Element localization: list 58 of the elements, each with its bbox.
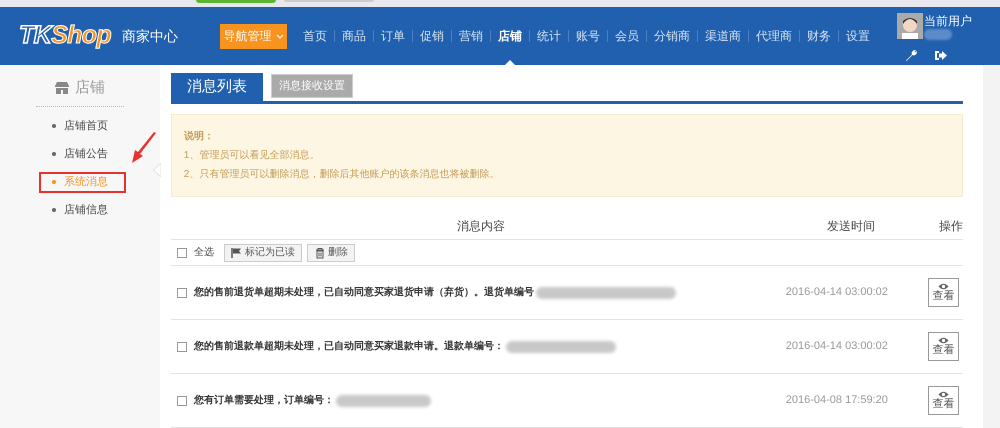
user-label: 当前用户 bbox=[924, 13, 972, 29]
nav-item[interactable]: 设置 bbox=[839, 7, 877, 65]
nav-item[interactable]: 渠道商 bbox=[698, 7, 748, 65]
nav-item[interactable]: 统计 bbox=[530, 7, 568, 65]
time-text: 2016-04-14 03:00:02 bbox=[786, 339, 889, 354]
select-all-label: 全选 bbox=[194, 246, 214, 260]
sidebar-title: 店铺 bbox=[74, 78, 105, 98]
sidebar-item[interactable]: 店铺信息 bbox=[64, 202, 108, 218]
notice-text: 2、只有管理员可以删除消息，删除后其他账户的该条消息也将被删除。 bbox=[184, 168, 500, 182]
nav-item[interactable]: 促销 bbox=[413, 7, 451, 65]
logo-text: TK bbox=[19, 17, 52, 55]
toolbar-button[interactable]: 标记为已读 bbox=[224, 244, 302, 262]
view-button[interactable]: 查看 bbox=[928, 386, 959, 415]
eye-icon bbox=[938, 391, 949, 398]
nav-item[interactable]: 代理商 bbox=[749, 7, 799, 65]
column-header: 操作 bbox=[938, 218, 963, 234]
scrollbar[interactable] bbox=[982, 65, 1000, 428]
arrow-drawing bbox=[131, 132, 157, 164]
avatar[interactable] bbox=[897, 13, 923, 39]
eye-icon bbox=[938, 337, 949, 344]
nav-item[interactable]: 分销商 bbox=[647, 7, 697, 65]
view-button[interactable]: 查看 bbox=[928, 332, 959, 361]
nav-item[interactable]: 店铺 bbox=[491, 7, 529, 65]
tab[interactable]: 消息列表 bbox=[170, 73, 263, 101]
nav-item[interactable]: 账号 bbox=[569, 7, 607, 65]
view-button[interactable]: 查看 bbox=[928, 278, 959, 307]
nav-item[interactable]: 财务 bbox=[800, 7, 838, 65]
nav-item[interactable]: 营销 bbox=[452, 7, 490, 65]
notice-title: 说明： bbox=[184, 130, 215, 144]
checkbox[interactable] bbox=[176, 288, 187, 298]
store-icon bbox=[54, 82, 69, 94]
flag-icon bbox=[230, 246, 242, 258]
trash-icon bbox=[314, 246, 325, 258]
caret-icon bbox=[276, 34, 284, 38]
checkbox[interactable] bbox=[176, 342, 187, 352]
checkbox[interactable] bbox=[176, 396, 187, 406]
nav-item[interactable]: 订单 bbox=[374, 7, 412, 65]
logout-icon[interactable] bbox=[935, 50, 947, 61]
message-text: 您的售前退款单超期未处理，已自动同意买家退款申请。退款单编号： bbox=[194, 339, 504, 354]
nav-item[interactable]: 商品 bbox=[335, 7, 373, 65]
sidebar-item[interactable]: 店铺公告 bbox=[64, 146, 108, 162]
column-header: 发送时间 bbox=[826, 218, 876, 234]
column-header: 消息内容 bbox=[456, 218, 506, 234]
checkbox[interactable] bbox=[176, 248, 187, 258]
sidebar-item[interactable]: 店铺首页 bbox=[64, 118, 108, 134]
header-title: 商家中心 bbox=[122, 26, 179, 46]
toolbar-button[interactable]: 删除 bbox=[306, 244, 355, 262]
time-text: 2016-04-08 17:59:20 bbox=[786, 393, 889, 408]
nav-item[interactable]: 首页 bbox=[296, 7, 334, 65]
message-text: 您有订单需要处理，订单编号： bbox=[194, 394, 334, 408]
notice-text: 1、管理员可以看见全部消息。 bbox=[184, 148, 320, 163]
time-text: 2016-04-14 03:00:02 bbox=[786, 285, 889, 300]
message-text: 您的售前退货单超期未处理，已自动同意买家退货申请（弃货）。退货单编号 bbox=[194, 285, 534, 300]
nav-item[interactable]: 会员 bbox=[608, 7, 646, 65]
wrench-icon[interactable] bbox=[905, 49, 918, 62]
eye-icon bbox=[938, 283, 949, 290]
selected-marker bbox=[505, 60, 515, 65]
logo-text: Shop bbox=[51, 20, 112, 52]
